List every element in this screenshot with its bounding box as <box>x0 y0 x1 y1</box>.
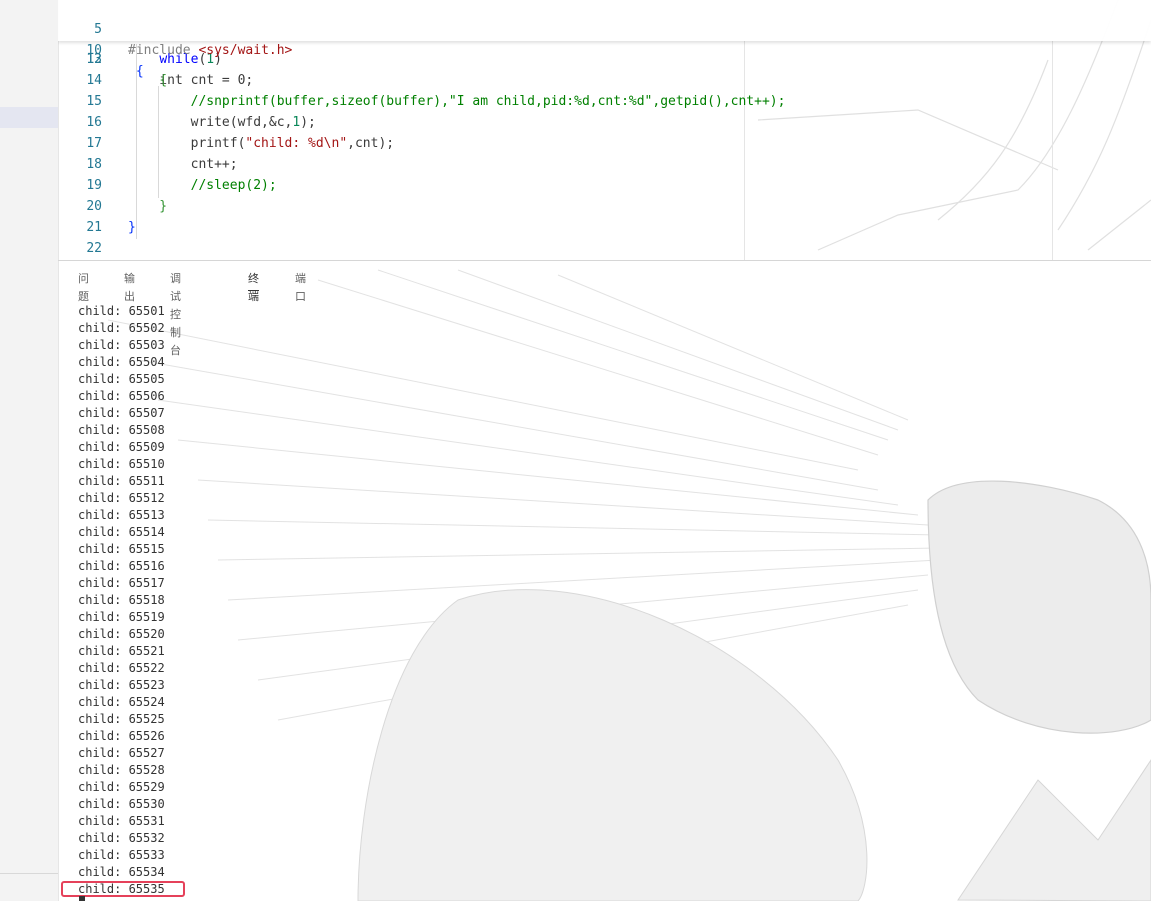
line-number: 17 <box>86 136 102 151</box>
terminal-line: child: 65508 <box>78 423 165 437</box>
code-token: "child: %d\n" <box>245 136 348 151</box>
line-number: 19 <box>86 178 102 193</box>
code-token: //sleep(2); <box>128 178 277 193</box>
terminal-line: child: 65514 <box>78 525 165 539</box>
code-text: //sleep(2); <box>128 175 277 196</box>
code-token: cnt++; <box>128 157 238 172</box>
terminal-line: child: 65519 <box>78 610 165 624</box>
terminal-line: child: 65527 <box>78 746 165 760</box>
highlight-annotation <box>61 881 185 897</box>
terminal-line: child: 65531 <box>78 814 165 828</box>
terminal-line: child: 65516 <box>78 559 165 573</box>
terminal-line: child: 65512 <box>78 491 165 505</box>
terminal-line: child: 65507 <box>78 406 165 420</box>
terminal-line: child: 65521 <box>78 644 165 658</box>
tab-debug-console[interactable]: 调试控制台 <box>170 270 181 357</box>
code-token: #include <box>128 43 199 58</box>
code-text: } <box>128 196 167 217</box>
code-text: } <box>128 217 136 238</box>
editor-ruler <box>1052 41 1053 260</box>
terminal-line: child: 65526 <box>78 729 165 743</box>
tab-ports[interactable]: 端口 <box>295 270 306 303</box>
explorer-selected-item[interactable] <box>0 107 58 128</box>
code-token: //snprintf(buffer,sizeof(buffer),"I am c… <box>128 94 786 109</box>
terminal-line: child: 65501 <box>78 304 165 318</box>
code-text: #include <sys/wait.h> <box>128 40 292 61</box>
tab-terminal[interactable]: 终端 <box>248 270 259 303</box>
tab-problems[interactable]: 问题 <box>78 270 89 303</box>
line-number: 21 <box>86 220 102 235</box>
terminal-line: child: 65522 <box>78 661 165 675</box>
terminal-cursor <box>79 896 85 901</box>
terminal-line: child: 65520 <box>78 627 165 641</box>
terminal-line: child: 65518 <box>78 593 165 607</box>
terminal-line: child: 65528 <box>78 763 165 777</box>
terminal-line: child: 65532 <box>78 831 165 845</box>
line-number: 22 <box>86 241 102 256</box>
terminal-line: child: 65504 <box>78 355 165 369</box>
line-number: 18 <box>86 157 102 172</box>
code-token: } <box>128 220 136 235</box>
sticky-line[interactable]: 10 { <box>58 19 143 79</box>
terminal-line: child: 65515 <box>78 542 165 556</box>
code-text: printf("child: %d\n",cnt); <box>128 133 395 154</box>
code-token: ,cnt); <box>347 136 395 151</box>
terminal-line: child: 65524 <box>78 695 165 709</box>
terminal-line: child: 65523 <box>78 678 165 692</box>
sticky-scroll-header[interactable]: 5 #include <sys/wait.h> 10 { <box>58 0 1151 79</box>
terminal-line: child: 65513 <box>78 508 165 522</box>
code-token: <sys/wait.h> <box>198 43 293 58</box>
terminal-line: child: 65505 <box>78 372 165 386</box>
terminal-line: child: 65503 <box>78 338 165 352</box>
line-number: 16 <box>86 115 102 130</box>
terminal-line: child: 65530 <box>78 797 165 811</box>
code-token: ); <box>300 115 316 130</box>
panel-divider <box>58 260 1151 261</box>
sidebar-divider <box>0 873 58 874</box>
editor-ruler <box>744 41 745 260</box>
terminal-line: child: 65509 <box>78 440 165 454</box>
terminal-line: child: 65517 <box>78 576 165 590</box>
terminal-line: child: 65525 <box>78 712 165 726</box>
sticky-line[interactable]: 5 #include <sys/wait.h> <box>58 0 292 58</box>
terminal-line: child: 65511 <box>78 474 165 488</box>
terminal-output[interactable]: child: 65501 child: 65502 child: 65503 chil… <box>78 303 165 898</box>
code-token: } <box>128 199 168 214</box>
code-text: cnt++; <box>128 154 238 175</box>
code-editor[interactable]: 5 #include <sys/wait.h> 10 { 12 int cnt … <box>58 0 1151 260</box>
explorer-sidebar <box>0 0 59 901</box>
line-number: 10 <box>86 43 102 58</box>
terminal-line: child: 65510 <box>78 457 165 471</box>
line-number: 20 <box>86 199 102 214</box>
terminal-line: child: 65533 <box>78 848 165 862</box>
code-text: write(wfd,&c,1); <box>128 112 316 133</box>
terminal-line: child: 65529 <box>78 780 165 794</box>
terminal-line: child: 65502 <box>78 321 165 335</box>
code-text: { <box>128 61 144 82</box>
code-token: write(wfd,&c, <box>128 115 293 130</box>
tab-output[interactable]: 输出 <box>124 270 135 303</box>
terminal-line: child: 65506 <box>78 389 165 403</box>
code-token: { <box>128 64 144 79</box>
code-token: printf( <box>128 136 246 151</box>
terminal-line: child: 65534 <box>78 865 165 879</box>
code-text: //snprintf(buffer,sizeof(buffer),"I am c… <box>128 91 786 112</box>
